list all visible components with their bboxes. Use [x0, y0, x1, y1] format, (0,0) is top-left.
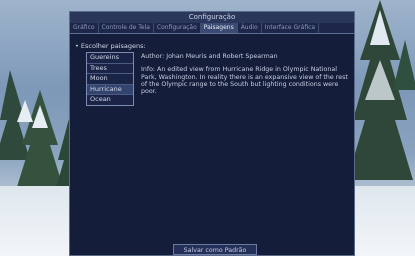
tab-landscapes[interactable]: Paisagens: [200, 23, 238, 33]
list-item-ocean[interactable]: Ocean: [87, 95, 133, 105]
snowy-trees-right: [347, 0, 415, 180]
tab-bar: Gráfico Controle de Tela Configuração Pa…: [70, 23, 354, 34]
configuration-dialog: Configuração Gráfico Controle de Tela Co…: [69, 11, 355, 256]
landscape-description: Info: An edited view from Hurricane Ridg…: [141, 66, 348, 96]
landscape-info: Author: Johan Meuris and Robert Spearman…: [141, 53, 351, 101]
dialog-title: Configuração: [70, 12, 354, 23]
tab-audio[interactable]: Áudio: [238, 23, 262, 33]
tab-graphics[interactable]: Gráfico: [70, 23, 99, 33]
save-as-default-button[interactable]: Salvar como Padrão: [173, 244, 257, 255]
tab-screen-control[interactable]: Controle de Tela: [99, 23, 154, 33]
choose-landscape-label: • Escolher paisagens:: [75, 42, 146, 50]
landscape-list[interactable]: Guereins Trees Moon Hurricane Ocean: [86, 52, 134, 106]
tab-gui[interactable]: Interface Gráfica: [262, 23, 320, 33]
list-item-hurricane[interactable]: Hurricane: [87, 84, 133, 95]
list-item-guereins[interactable]: Guereins: [87, 53, 133, 64]
landscape-author: Author: Johan Meuris and Robert Spearman: [141, 53, 278, 60]
tab-settings[interactable]: Configuração: [154, 23, 201, 33]
list-item-trees[interactable]: Trees: [87, 64, 133, 74]
list-item-moon[interactable]: Moon: [87, 74, 133, 85]
